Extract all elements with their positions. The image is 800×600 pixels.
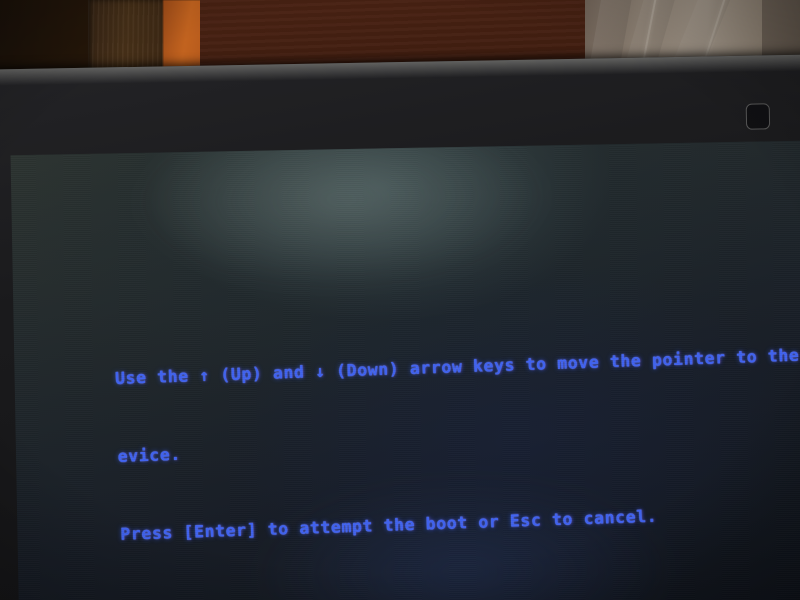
instruction-text-1: Use the ↑ (Up) and ↓ (Down) arrow keys t… [114, 343, 800, 388]
photograph-of-laptop-boot-menu: Use the ↑ (Up) and ↓ (Down) arrow keys t… [0, 0, 800, 600]
instruction-line-2: evice. [11, 394, 800, 466]
instruction-line-1: Use the ↑ (Up) and ↓ (Down) arrow keys t… [11, 316, 800, 388]
webcam-icon [745, 103, 771, 130]
boot-menu-text: Use the ↑ (Up) and ↓ (Down) arrow keys t… [11, 212, 800, 600]
boot-menu-screen: Use the ↑ (Up) and ↓ (Down) arrow keys t… [10, 140, 800, 600]
instruction-line-3: Press [Enter] to attempt the boot or Esc… [11, 472, 800, 544]
laptop-body: Use the ↑ (Up) and ↓ (Down) arrow keys t… [0, 54, 800, 600]
instruction-text-2: evice. [117, 444, 182, 466]
instruction-text-3: Press [Enter] to attempt the boot or Esc… [119, 506, 658, 544]
